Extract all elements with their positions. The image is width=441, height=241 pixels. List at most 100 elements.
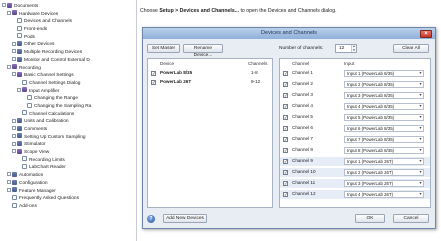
add-new-devices-button[interactable]: Add New Devices: [163, 214, 207, 223]
clear-all-button[interactable]: Clear All: [393, 44, 429, 53]
expand-icon[interactable]: [12, 57, 16, 62]
tree-item-label: Front-ends: [24, 27, 48, 33]
collapse-icon[interactable]: [2, 3, 6, 8]
channel-checkbox[interactable]: ✓: [283, 159, 288, 164]
tree-item[interactable]: Stimulator: [0, 141, 136, 149]
channel-row[interactable]: ✓ Channel 10 Input 2 (PowerLab 26T) ▼: [280, 168, 430, 177]
channel-row[interactable]: ✓ Channel 11 Input 3 (PowerLab 26T) ▼: [280, 179, 430, 188]
input-select[interactable]: Input 3 (PowerLab 26T) ▼: [344, 179, 424, 187]
channel-row[interactable]: ✓ Channel 6 Input 6 (PowerLab 8/35) ▼: [280, 124, 430, 133]
cancel-button[interactable]: Cancel: [393, 214, 429, 223]
tree-item[interactable]: Channel Settings Dialog: [0, 79, 136, 88]
channel-checkbox[interactable]: ✓: [283, 137, 288, 142]
expand-icon[interactable]: [12, 141, 16, 146]
tree-item[interactable]: Recording Limits: [0, 156, 136, 165]
channel-row[interactable]: ✓ Channel 12 Input 4 (PowerLab 26T) ▼: [280, 190, 430, 199]
channel-row[interactable]: ✓ Channel 9 Input 1 (PowerLab 26T) ▼: [280, 157, 430, 166]
channel-checkbox[interactable]: ✓: [283, 115, 288, 120]
page-icon: [22, 164, 27, 170]
expand-icon[interactable]: [7, 187, 11, 192]
input-select[interactable]: Input 6 (PowerLab 8/35) ▼: [344, 124, 424, 132]
channel-row[interactable]: ✓ Channel 8 Input 8 (PowerLab 8/35) ▼: [280, 146, 430, 155]
device-checkbox[interactable]: ✓: [151, 79, 156, 85]
channel-row[interactable]: ✓ Channel 7 Input 7 (PowerLab 8/35) ▼: [280, 135, 430, 144]
device-row[interactable]: ✓ PowerLab 26T 9-12: [148, 78, 272, 87]
channel-checkbox[interactable]: ✓: [283, 148, 288, 153]
expand-icon[interactable]: [7, 180, 11, 185]
channel-checkbox[interactable]: ✓: [283, 104, 288, 109]
channel-checkbox[interactable]: ✓: [283, 82, 288, 87]
ok-button[interactable]: OK: [355, 214, 385, 223]
channel-checkbox[interactable]: ✓: [283, 126, 288, 131]
tree-item[interactable]: Other Devices: [0, 41, 136, 49]
device-column-header: Device: [160, 61, 175, 66]
channel-row[interactable]: ✓ Channel 5 Input 5 (PowerLab 8/35) ▼: [280, 113, 430, 122]
input-select[interactable]: Input 2 (PowerLab 8/35) ▼: [344, 80, 424, 88]
tree-item[interactable]: Feature Manager: [0, 187, 136, 196]
tree-item[interactable]: Units and Calibration: [0, 118, 136, 126]
tree-item[interactable]: Automation: [0, 171, 136, 180]
tree-item[interactable]: Configuration: [0, 179, 136, 188]
num-channels-stepper[interactable]: 12 ▲ ▼: [335, 44, 357, 53]
expand-icon[interactable]: [12, 49, 16, 54]
collapse-icon[interactable]: [7, 10, 11, 15]
tree-item[interactable]: Add-ons: [0, 202, 136, 211]
channel-name: Channel 10: [292, 169, 316, 174]
rename-device-button[interactable]: Rename Device...: [183, 44, 223, 58]
tree-item[interactable]: Multiple Recording Devices: [0, 48, 136, 57]
input-select[interactable]: Input 4 (PowerLab 26T) ▼: [344, 190, 424, 198]
stepper-arrows-icon[interactable]: ▲ ▼: [351, 44, 356, 52]
tree-item[interactable]: LabChart Reader: [0, 164, 136, 172]
channel-checkbox[interactable]: ✓: [283, 71, 288, 76]
input-column-header: Input: [344, 61, 355, 66]
channel-row[interactable]: ✓ Channel 2 Input 2 (PowerLab 8/35) ▼: [280, 80, 430, 89]
help-icon[interactable]: ?: [147, 215, 155, 223]
tree-item[interactable]: Scope View: [0, 148, 136, 157]
device-row[interactable]: ✓ PowerLab 8/35 1-8: [148, 69, 272, 78]
input-select[interactable]: Input 2 (PowerLab 26T) ▼: [344, 168, 424, 176]
channel-checkbox[interactable]: ✓: [283, 93, 288, 98]
input-select[interactable]: Input 4 (PowerLab 8/35) ▼: [344, 102, 424, 110]
collapse-icon[interactable]: [12, 72, 16, 77]
tree-item[interactable]: Frequently Asked Questions: [0, 194, 136, 203]
book-icon: [12, 179, 17, 185]
help-contents-tree: Documents Hardware Devices Devices and Cha…: [0, 0, 137, 241]
input-select[interactable]: Input 3 (PowerLab 8/35) ▼: [344, 91, 424, 99]
expand-icon[interactable]: [12, 126, 16, 131]
tree-item[interactable]: Basic Channel Settings: [0, 71, 136, 80]
input-select[interactable]: Input 1 (PowerLab 8/35) ▼: [344, 69, 424, 77]
expand-icon[interactable]: [12, 133, 16, 138]
input-select[interactable]: Input 1 (PowerLab 26T) ▼: [344, 157, 424, 165]
tree-item[interactable]: Changing the Sampling Ra: [0, 102, 136, 111]
device-channels: 1-8: [251, 70, 258, 75]
expand-icon[interactable]: [7, 172, 11, 177]
collapse-icon[interactable]: [7, 64, 11, 69]
input-select[interactable]: Input 7 (PowerLab 8/35) ▼: [344, 135, 424, 143]
expand-icon[interactable]: [12, 41, 16, 46]
channel-checkbox[interactable]: ✓: [283, 192, 288, 197]
channel-row[interactable]: ✓ Channel 3 Input 3 (PowerLab 8/35) ▼: [280, 91, 430, 100]
channel-row[interactable]: ✓ Channel 1 Input 1 (PowerLab 8/35) ▼: [280, 69, 430, 78]
set-master-button[interactable]: Set Master: [147, 44, 180, 53]
tree-item[interactable]: Devices and Channels: [0, 18, 136, 26]
tree-item[interactable]: Input Amplifier: [0, 87, 136, 96]
expand-icon[interactable]: [12, 118, 16, 123]
channel-row[interactable]: ✓ Channel 4 Input 4 (PowerLab 8/35) ▼: [280, 102, 430, 111]
input-select[interactable]: Input 5 (PowerLab 8/35) ▼: [344, 113, 424, 121]
tree-item[interactable]: Documents: [0, 2, 136, 11]
tree-item-label: Documents: [14, 4, 39, 9]
channel-checkbox[interactable]: ✓: [283, 181, 288, 186]
tree-item[interactable]: Changing the Range: [0, 94, 136, 103]
input-select[interactable]: Input 8 (PowerLab 8/35) ▼: [344, 146, 424, 154]
collapse-icon[interactable]: [12, 149, 16, 154]
device-checkbox[interactable]: ✓: [151, 71, 156, 76]
channel-checkbox[interactable]: ✓: [283, 170, 288, 175]
collapse-icon[interactable]: [17, 87, 21, 92]
tree-item-label: Monitor and Control External D: [24, 57, 90, 63]
channel-name: Channel 3: [292, 92, 313, 97]
tree-item[interactable]: Monitor and Control External D: [0, 56, 136, 65]
close-icon[interactable]: ×: [420, 29, 432, 38]
page-icon: [22, 110, 27, 116]
